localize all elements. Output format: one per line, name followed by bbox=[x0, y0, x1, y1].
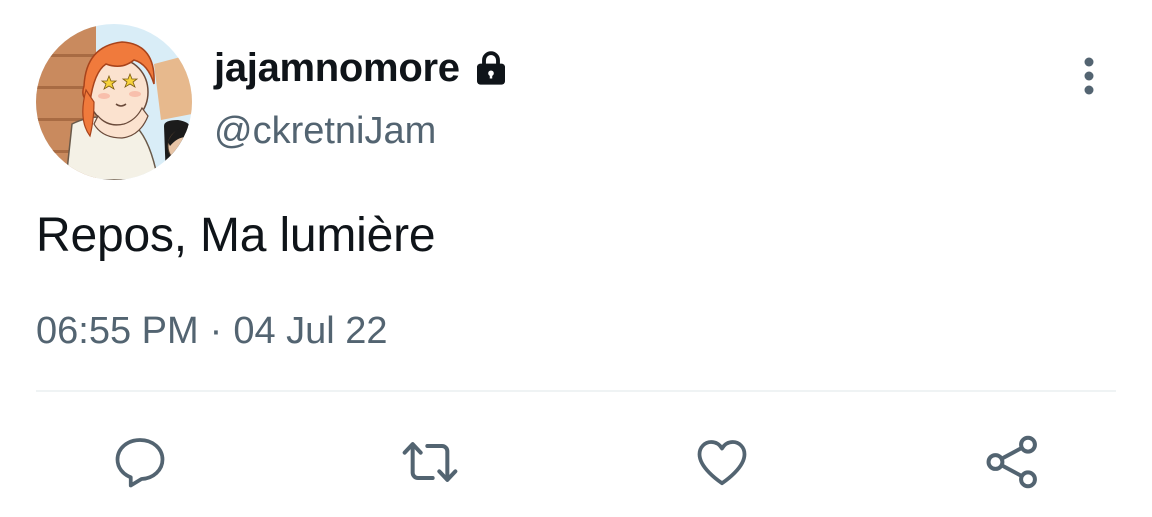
avatar-image bbox=[36, 24, 192, 180]
avatar[interactable] bbox=[36, 24, 192, 180]
display-name-row: jajamnomore bbox=[214, 42, 512, 94]
display-name[interactable]: jajamnomore bbox=[214, 46, 460, 91]
user-handle[interactable]: @ckretniJam bbox=[214, 110, 436, 153]
lock-icon bbox=[470, 47, 512, 89]
reply-icon bbox=[115, 438, 165, 488]
more-options-button[interactable] bbox=[1066, 50, 1112, 102]
retweet-icon bbox=[402, 442, 458, 482]
tweet-date: 04 Jul 22 bbox=[233, 310, 388, 352]
tweet-card: jajamnomore @ckretniJam Repos, Ma lumièr… bbox=[0, 0, 1152, 517]
like-icon bbox=[697, 440, 747, 486]
more-vertical-icon bbox=[1084, 57, 1094, 95]
tweet-meta: 06:55 PM · 04 Jul 22 bbox=[36, 310, 388, 353]
tweet-text: Repos, Ma lumière bbox=[36, 209, 436, 262]
retweet-button[interactable] bbox=[398, 430, 462, 494]
reply-button[interactable] bbox=[108, 430, 172, 494]
divider bbox=[36, 390, 1116, 392]
share-button[interactable] bbox=[980, 430, 1044, 494]
like-button[interactable] bbox=[690, 430, 754, 494]
tweet-time: 06:55 PM bbox=[36, 310, 199, 352]
meta-separator: · bbox=[209, 310, 223, 352]
share-icon bbox=[986, 435, 1037, 489]
